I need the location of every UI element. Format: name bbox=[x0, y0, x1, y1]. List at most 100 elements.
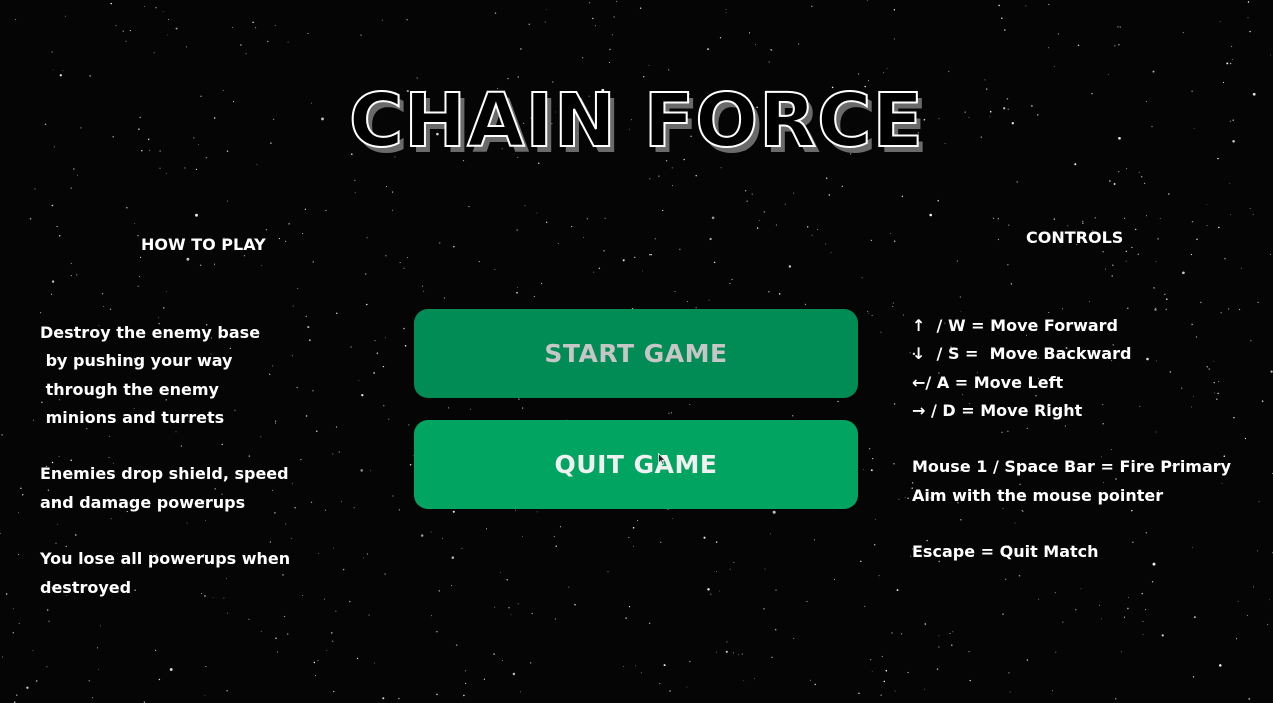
star bbox=[1257, 301, 1259, 303]
star bbox=[1008, 672, 1010, 674]
star bbox=[1219, 20, 1221, 22]
star bbox=[275, 637, 277, 640]
star bbox=[336, 312, 338, 315]
star bbox=[20, 487, 22, 490]
how-to-play-line: You lose all powerups when bbox=[40, 549, 291, 569]
star bbox=[64, 15, 66, 17]
star bbox=[342, 568, 345, 571]
star bbox=[163, 307, 165, 309]
star bbox=[901, 633, 903, 635]
star bbox=[863, 468, 864, 470]
star bbox=[771, 49, 773, 51]
star bbox=[770, 533, 771, 535]
star bbox=[1094, 217, 1096, 219]
star bbox=[276, 651, 278, 653]
star bbox=[461, 547, 463, 549]
star bbox=[872, 457, 874, 460]
star bbox=[938, 635, 940, 637]
star bbox=[868, 313, 869, 314]
star bbox=[857, 73, 860, 75]
star bbox=[741, 653, 743, 655]
star bbox=[1062, 308, 1064, 310]
star bbox=[382, 697, 385, 700]
star bbox=[1005, 578, 1007, 580]
star bbox=[1237, 600, 1239, 602]
star bbox=[1154, 308, 1157, 311]
star bbox=[873, 544, 876, 546]
star bbox=[313, 661, 316, 664]
star bbox=[385, 255, 387, 257]
star bbox=[1080, 588, 1082, 590]
star bbox=[109, 308, 112, 310]
star bbox=[559, 526, 562, 528]
star bbox=[571, 226, 573, 228]
star bbox=[725, 8, 727, 10]
star bbox=[312, 261, 314, 263]
star bbox=[1118, 170, 1120, 173]
star bbox=[669, 690, 671, 692]
star bbox=[671, 518, 673, 519]
star bbox=[952, 631, 954, 633]
star bbox=[707, 588, 710, 591]
star bbox=[15, 19, 17, 21]
star bbox=[1099, 604, 1100, 606]
star bbox=[719, 590, 720, 592]
star bbox=[436, 630, 438, 633]
star bbox=[1252, 214, 1254, 216]
star bbox=[814, 683, 816, 686]
star bbox=[948, 70, 950, 73]
star bbox=[155, 649, 157, 652]
star bbox=[169, 668, 173, 671]
star bbox=[909, 352, 911, 354]
star bbox=[793, 192, 795, 194]
star bbox=[1, 434, 3, 436]
star bbox=[134, 223, 136, 224]
star bbox=[729, 568, 731, 570]
star bbox=[354, 179, 356, 181]
star bbox=[804, 303, 807, 306]
star bbox=[541, 282, 543, 284]
star bbox=[883, 680, 886, 683]
quit-game-button[interactable]: QUIT GAME bbox=[414, 420, 858, 509]
star bbox=[284, 615, 286, 618]
star bbox=[834, 579, 836, 580]
star bbox=[893, 403, 896, 405]
control-line: Aim with the mouse pointer bbox=[912, 485, 1164, 505]
star bbox=[1016, 181, 1018, 183]
star bbox=[830, 252, 832, 253]
star bbox=[907, 497, 909, 499]
star bbox=[1062, 621, 1064, 623]
star bbox=[635, 665, 636, 667]
star bbox=[368, 614, 370, 616]
star bbox=[16, 694, 18, 696]
star bbox=[332, 640, 334, 642]
star bbox=[243, 255, 246, 257]
star bbox=[1182, 32, 1184, 33]
star bbox=[764, 568, 766, 570]
star bbox=[754, 678, 755, 679]
star bbox=[326, 649, 328, 651]
star bbox=[720, 167, 722, 169]
star bbox=[138, 276, 140, 278]
star bbox=[358, 380, 360, 382]
start-game-button[interactable]: START GAME bbox=[414, 309, 858, 398]
star bbox=[1067, 225, 1069, 227]
star bbox=[758, 220, 760, 221]
star bbox=[582, 57, 584, 59]
star bbox=[1026, 659, 1029, 661]
star bbox=[870, 239, 873, 242]
star bbox=[536, 212, 538, 214]
star bbox=[554, 618, 556, 620]
star bbox=[335, 610, 337, 612]
star bbox=[388, 418, 390, 420]
star bbox=[1018, 574, 1021, 577]
star bbox=[710, 593, 712, 595]
star bbox=[26, 686, 29, 689]
star bbox=[506, 579, 508, 581]
star bbox=[639, 7, 642, 9]
star bbox=[463, 694, 465, 697]
star bbox=[278, 238, 280, 240]
star bbox=[1164, 293, 1166, 296]
star bbox=[703, 536, 706, 539]
star bbox=[1025, 5, 1027, 7]
